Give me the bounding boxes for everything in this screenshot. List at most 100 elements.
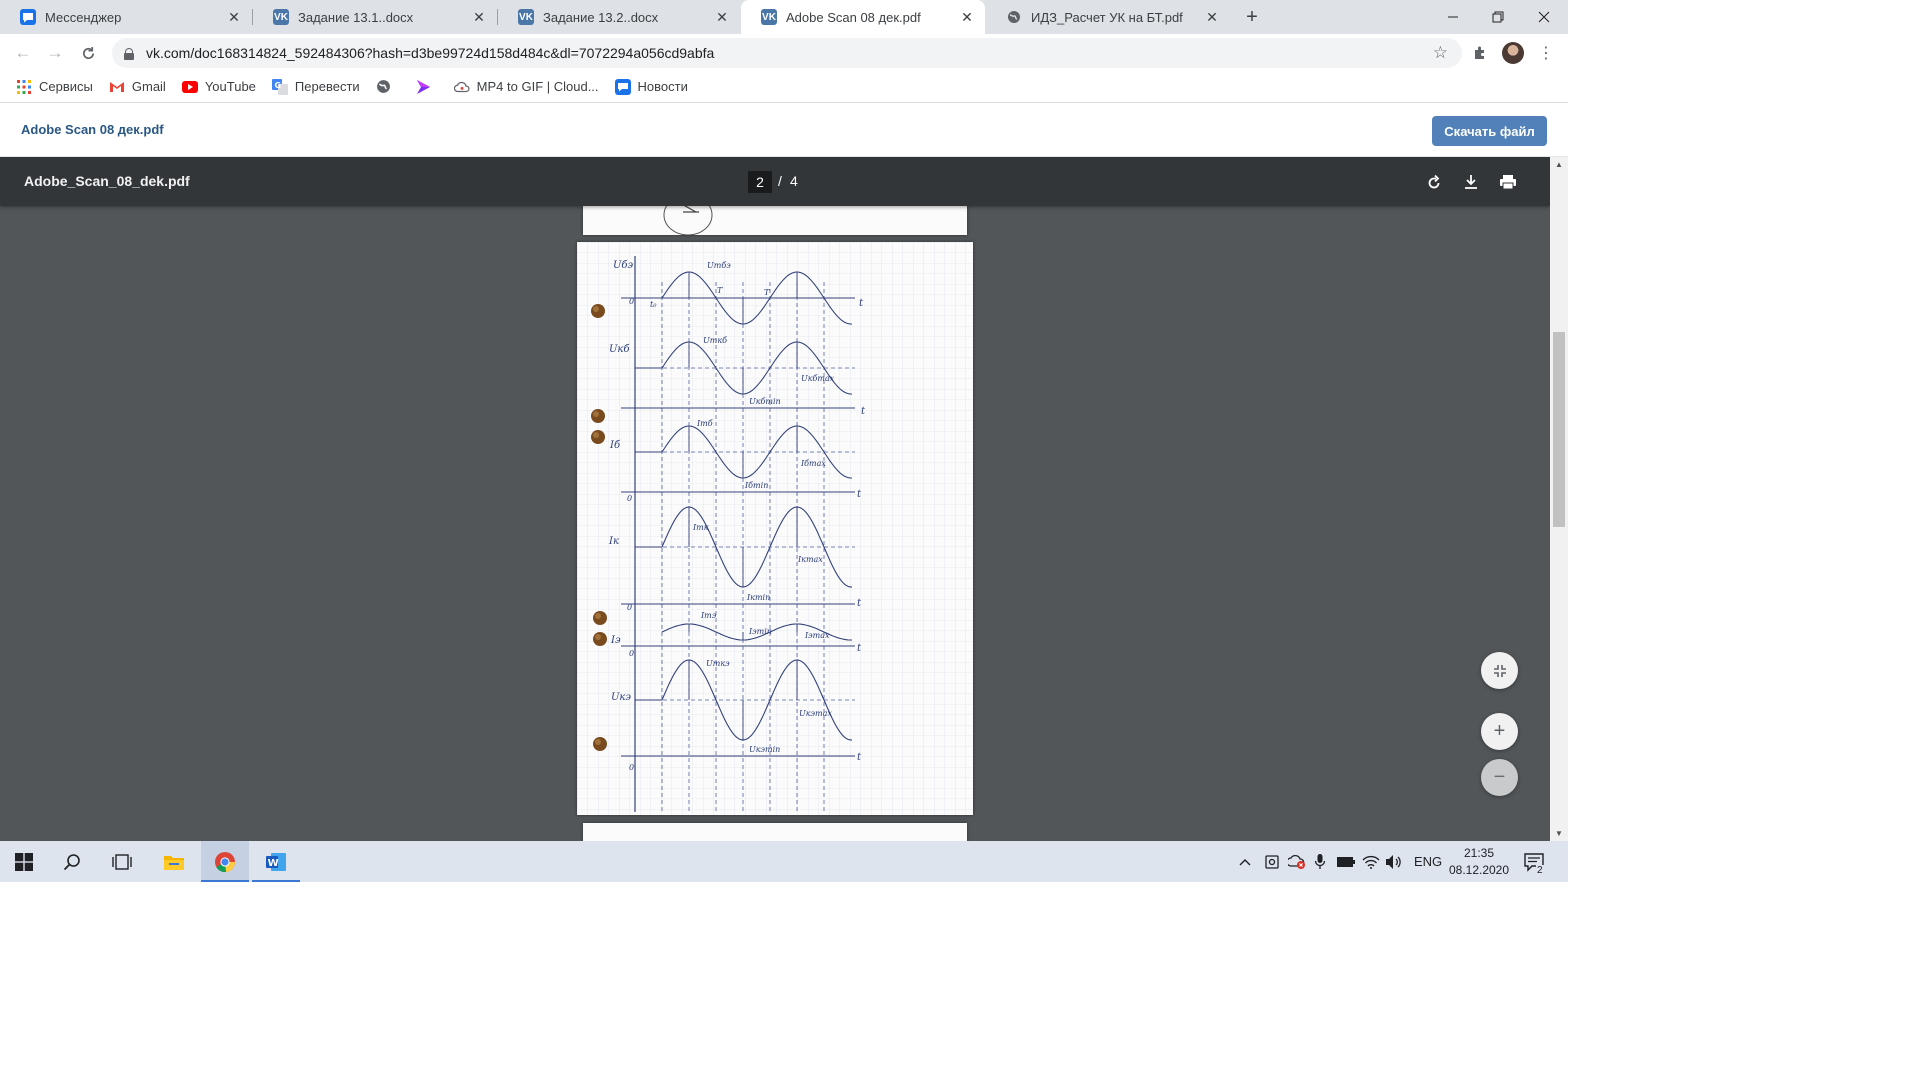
windows-start-icon[interactable] [0, 841, 48, 882]
bookmark-youtube[interactable]: YouTube [181, 79, 256, 95]
vk-doc-header: Adobe Scan 08 дек.pdf Скачать файл [0, 103, 1568, 157]
fit-page-button[interactable] [1481, 652, 1518, 689]
label-uke: Uкэ [611, 692, 631, 703]
hand-drawn-waveforms: Uбэ Umбэ t₀ T T 0 t Uкб Umкб Uкбmax Uкбm… [577, 242, 973, 815]
clock-date: 08.12.2020 [1448, 863, 1510, 877]
new-tab-button[interactable]: + [1240, 5, 1264, 29]
bookmark-gmail[interactable]: Gmail [109, 79, 166, 95]
bookmark-label: Перевести [294, 79, 360, 94]
label-ib: Iб [609, 440, 621, 451]
antivirus-tray-icon[interactable] [1288, 841, 1306, 882]
scroll-thumb[interactable] [1553, 332, 1565, 527]
minimize-button[interactable] [1430, 0, 1476, 34]
search-icon[interactable] [48, 841, 96, 882]
label-period-1: T [717, 286, 723, 295]
bookmarks-bar: Сервисы Gmail YouTube G Перевести MP4 to… [0, 71, 1568, 103]
cloud-icon [453, 79, 470, 95]
close-icon[interactable]: ✕ [959, 9, 975, 25]
camera-tray-icon[interactable] [1265, 841, 1279, 882]
tab-strip: Мессенджер ✕ VK Задание 13.1..docx ✕ VK … [0, 0, 1568, 34]
battery-icon[interactable] [1336, 841, 1356, 882]
label-iemin: Iэmin [748, 627, 772, 636]
arrow-logo-icon [415, 79, 431, 95]
download-icon[interactable] [1459, 170, 1483, 194]
wifi-icon[interactable] [1362, 841, 1380, 882]
volume-icon[interactable] [1385, 841, 1403, 882]
pdf-toolbar: Adobe_Scan_08_dek.pdf 2 / 4 [0, 157, 1550, 206]
show-hidden-icons-chevron-icon[interactable] [1238, 841, 1252, 882]
input-language[interactable]: ENG [1414, 841, 1442, 882]
notification-center-icon[interactable]: 2 [1524, 841, 1544, 882]
bookmark-globe[interactable] [376, 79, 399, 95]
word-icon[interactable]: W [252, 841, 300, 882]
page-total: 4 [790, 173, 798, 189]
forward-button[interactable]: → [42, 40, 68, 66]
pdf-viewer: Adobe_Scan_08_dek.pdf 2 / 4 Uбэ Umбэ t₀ … [0, 157, 1550, 841]
file-explorer-icon[interactable] [150, 841, 198, 882]
label-t0: t₀ [650, 300, 657, 309]
tab-idz[interactable]: ИДЗ_Расчет УК на БТ.pdf ✕ [986, 0, 1230, 34]
clock-time: 21:35 [1463, 846, 1495, 860]
extensions-puzzle-icon[interactable] [1468, 41, 1492, 65]
doc-title-link[interactable]: Adobe Scan 08 дек.pdf [21, 122, 164, 137]
download-file-button[interactable]: Скачать файл [1432, 116, 1547, 146]
vk-icon: VK [518, 9, 534, 25]
rotate-icon[interactable] [1422, 170, 1446, 194]
url-text: vk.com/doc168314824_592484306?hash=d3be9… [146, 45, 715, 61]
task-view-icon[interactable] [98, 841, 146, 882]
label-umbe: Umбэ [707, 261, 731, 270]
tab-title: Adobe Scan 08 дек.pdf [786, 9, 921, 25]
microphone-icon[interactable] [1314, 841, 1326, 882]
close-icon[interactable]: ✕ [1204, 9, 1220, 25]
print-icon[interactable] [1496, 170, 1520, 194]
label-origin-5: 0 [629, 649, 634, 658]
close-icon[interactable]: ✕ [471, 9, 487, 25]
close-icon[interactable]: ✕ [714, 9, 730, 25]
label-ukb: Uкб [609, 344, 630, 355]
page-number-input[interactable]: 2 [748, 171, 772, 193]
address-bar[interactable]: vk.com/doc168314824_592484306?hash=d3be9… [112, 38, 1462, 68]
label-imk: Imк [692, 523, 709, 532]
label-origin-6: 0 [629, 763, 634, 772]
page-scrollbar[interactable]: ▲ ▼ [1550, 157, 1568, 841]
label-period-2: T [764, 288, 770, 297]
tab-task-13-2[interactable]: VK Задание 13.2..docx ✕ [498, 0, 740, 34]
globe-icon [376, 79, 392, 95]
label-ikmin: Iкmin [746, 593, 770, 602]
tab-task-13-1[interactable]: VK Задание 13.1..docx ✕ [253, 0, 497, 34]
bookmark-news[interactable]: Новости [614, 78, 688, 95]
bookmark-translate[interactable]: G Перевести [271, 78, 360, 95]
profile-avatar[interactable] [1502, 42, 1524, 64]
chrome-icon[interactable] [201, 841, 249, 882]
tab-title: Задание 13.2..docx [543, 9, 659, 25]
restore-button[interactable] [1475, 0, 1521, 34]
menu-kebab-icon[interactable]: ⋮ [1534, 41, 1558, 65]
bookmark-star-icon[interactable]: ☆ [1433, 43, 1448, 63]
bookmark-mp4-to-gif[interactable]: MP4 to GIF | Cloud... [453, 79, 599, 95]
binder-hole-shine [595, 739, 601, 745]
reload-button[interactable] [75, 40, 101, 66]
scroll-up-arrow-icon[interactable]: ▲ [1555, 160, 1563, 169]
tab-adobe-scan[interactable]: VK Adobe Scan 08 дек.pdf ✕ [741, 0, 985, 34]
tab-messenger[interactable]: Мессенджер ✕ [0, 0, 252, 34]
svg-text:G: G [274, 81, 281, 90]
zoom-out-button[interactable]: − [1481, 759, 1518, 796]
scroll-down-arrow-icon[interactable]: ▼ [1555, 829, 1563, 838]
label-ibmin: Iбmin [744, 481, 768, 490]
back-button[interactable]: ← [10, 40, 36, 66]
close-window-button[interactable] [1521, 0, 1567, 34]
news-icon [614, 78, 631, 95]
apps-grid-icon [16, 79, 32, 95]
page-separator: / [778, 173, 782, 189]
zoom-in-button[interactable]: + [1481, 713, 1518, 750]
close-icon[interactable]: ✕ [226, 9, 242, 25]
system-clock[interactable]: 21:35 08.12.2020 [1444, 845, 1514, 879]
bookmark-arrow-logo[interactable] [415, 79, 438, 95]
label-ukbmax: Uкбmax [801, 374, 835, 383]
binder-hole-shine [593, 432, 599, 438]
vk-icon: VK [273, 9, 289, 25]
notification-count: 2 [1536, 865, 1544, 876]
bookmark-services[interactable]: Сервисы [16, 79, 93, 95]
translate-icon: G [271, 78, 288, 95]
youtube-icon [181, 79, 198, 95]
